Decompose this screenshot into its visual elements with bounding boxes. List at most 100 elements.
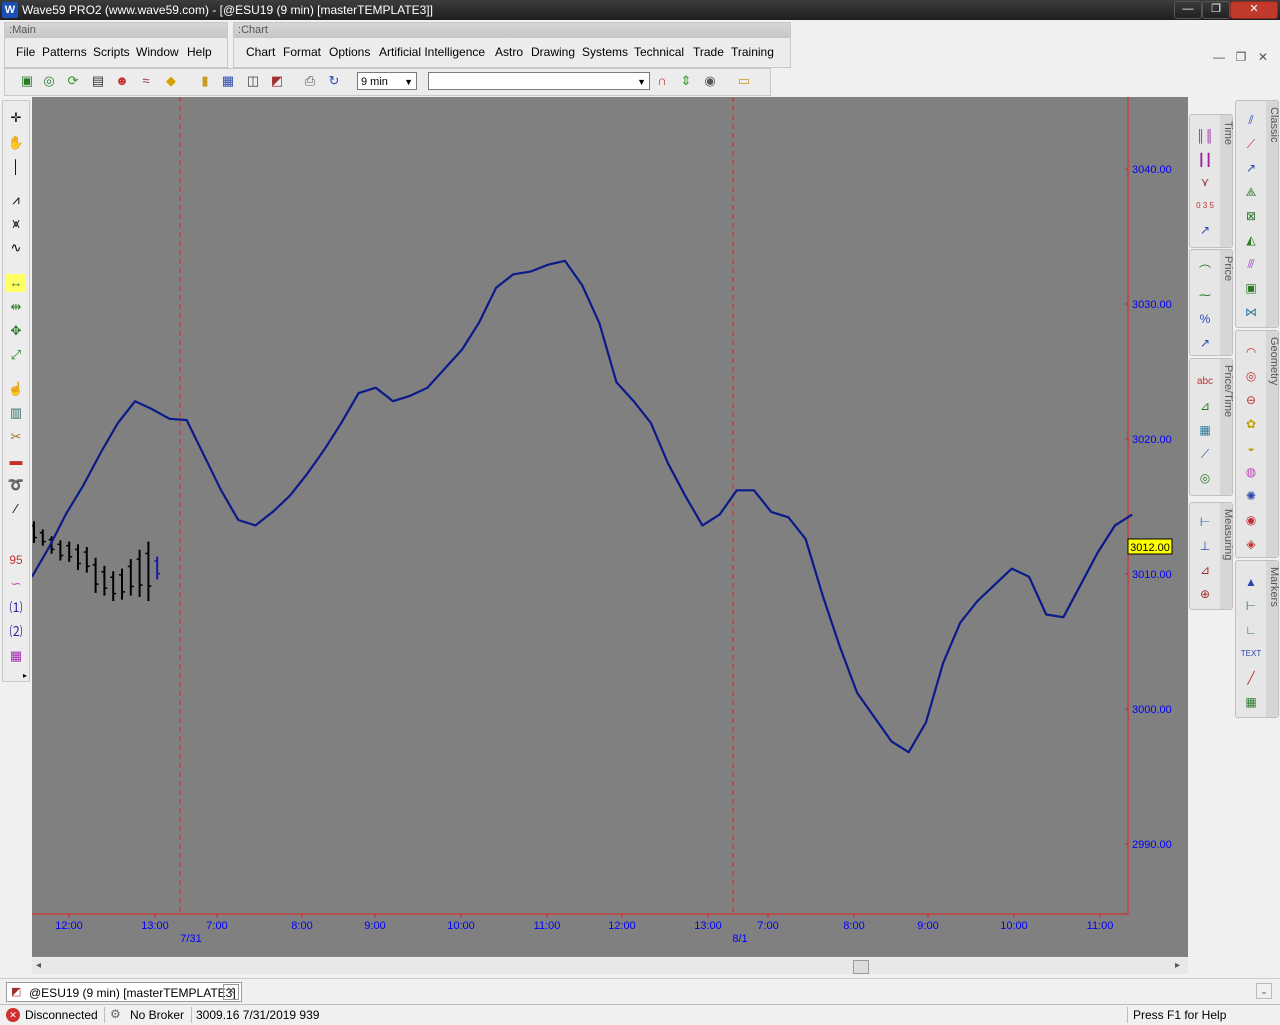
wheel-icon[interactable]: ✺ (1240, 487, 1262, 505)
new-chart-icon[interactable]: ▣ (19, 73, 35, 89)
label-two-icon[interactable]: ⑵ (6, 623, 26, 641)
scissors-icon[interactable]: ✂ (6, 428, 26, 446)
arrow-up-marker-icon[interactable]: ▲ (1240, 573, 1262, 591)
menu-training[interactable]: Training (731, 45, 774, 59)
ring-icon[interactable]: ◍ (1240, 463, 1262, 481)
flower-icon[interactable]: ✿ (1240, 415, 1262, 433)
box-marker-icon[interactable]: ▦ (1240, 693, 1262, 711)
box-icon[interactable]: ▦ (1194, 421, 1216, 439)
label-marker-icon[interactable]: ⊢ (1240, 597, 1262, 615)
channel-icon[interactable]: ⋈ (1240, 303, 1262, 321)
document-tab[interactable]: ◩ @ESU19 (9 min) [masterTEMPLATE3] ✕ (6, 982, 242, 1002)
trendline-icon[interactable]: ↗ (1240, 159, 1262, 177)
search-chart-icon[interactable]: ◎ (41, 73, 57, 89)
scroll-right-icon[interactable]: ▸ (1175, 958, 1180, 974)
andrews-pitchfork-icon[interactable]: ⫽ (1240, 111, 1262, 129)
tab-list-chevron-icon[interactable]: ⌄ (1256, 983, 1272, 999)
mdi-close-button[interactable]: ✕ (1254, 50, 1272, 64)
ellipse-icon[interactable]: ⊖ (1240, 391, 1262, 409)
menu-systems[interactable]: Systems (582, 45, 628, 59)
close-button[interactable]: ✕ (1230, 1, 1278, 19)
time-trend-icon[interactable]: ↗ (1194, 221, 1216, 239)
menu-window[interactable]: Window (136, 45, 179, 59)
minimize-button[interactable]: — (1174, 1, 1202, 19)
trash-icon[interactable]: ▥ (6, 404, 26, 422)
arc-icon[interactable]: ◠ (1240, 343, 1262, 361)
expand-horizontal-icon[interactable]: ↔ (6, 274, 26, 292)
price-projection-icon[interactable]: ↗ (1194, 334, 1216, 352)
eye-icon[interactable]: ◉ (702, 73, 718, 89)
chart-canvas[interactable]: 3040.00 3030.00 3020.00 3010.00 3000.00 2990.… (32, 97, 1188, 957)
menu-technical[interactable]: Technical (634, 45, 684, 59)
fib-fan-icon[interactable]: ⊿ (1194, 397, 1216, 415)
data-manager-icon[interactable]: ▤ (90, 73, 106, 89)
price-retrace-icon[interactable]: ⁓ (1194, 286, 1216, 304)
car-icon[interactable]: ▬ (6, 452, 26, 470)
spiral-icon[interactable]: ◎ (1194, 469, 1216, 487)
warning-icon[interactable]: ◆ (163, 73, 179, 89)
move-vertical-icon[interactable]: ✥ (6, 322, 26, 340)
time-lines-icon[interactable]: ║║ (1194, 127, 1216, 145)
folder-icon[interactable]: ▭ (736, 73, 752, 89)
redo-icon[interactable]: ↻ (326, 73, 342, 89)
save-chart-icon[interactable]: ◫ (245, 73, 261, 89)
menu-scripts[interactable]: Scripts (93, 45, 130, 59)
bullseye-icon[interactable]: ◉ (1240, 511, 1262, 529)
abc-icon[interactable]: abc (1194, 373, 1216, 391)
menu-help[interactable]: Help (187, 45, 212, 59)
time-cycles-icon[interactable]: ┃┃ (1194, 151, 1216, 169)
pointer-hand-icon[interactable]: ☝ (6, 380, 26, 398)
color-bar-icon[interactable]: ▦ (6, 647, 26, 665)
indicator-icon[interactable]: ≈ (138, 73, 154, 89)
measure-circle-icon[interactable]: ⊕ (1194, 585, 1216, 603)
zigzag-icon[interactable]: ⩙ (6, 215, 26, 233)
diamond-icon[interactable]: ◈ (1240, 535, 1262, 553)
users-icon[interactable]: ☻ (114, 73, 130, 89)
vertical-line-icon[interactable]: │ (6, 158, 26, 176)
compress-horizontal-icon[interactable]: ⇹ (6, 298, 26, 316)
target-icon[interactable]: ◎ (1240, 367, 1262, 385)
line-marker-icon[interactable]: ╱ (1240, 669, 1262, 687)
ruler-icon[interactable]: ⁄ (6, 500, 26, 518)
open-folder-icon[interactable]: ▮ (197, 73, 213, 89)
menu-format[interactable]: Format (283, 45, 321, 59)
gann-fan-icon[interactable]: ⟋ (1240, 135, 1262, 153)
crosshair-icon[interactable]: ✛ (6, 109, 26, 127)
count-marker-icon[interactable]: ∟ (1240, 621, 1262, 639)
print-icon[interactable]: ⎙ (302, 73, 318, 89)
save-icon[interactable]: ▦ (220, 73, 236, 89)
chart-template-icon[interactable]: ◩ (269, 73, 285, 89)
menu-drawing[interactable]: Drawing (531, 45, 575, 59)
menu-options[interactable]: Options (329, 45, 370, 59)
lasso-icon[interactable]: ➰ (6, 476, 26, 494)
mdi-restore-button[interactable]: ❐ (1232, 50, 1250, 64)
restore-button[interactable]: ❐ (1202, 1, 1230, 19)
fan-lines-icon[interactable]: ⟁ (1240, 183, 1262, 201)
price-levels-icon[interactable]: ⌒ (1194, 262, 1216, 280)
horizontal-scrollbar[interactable]: ◂ ▸ (32, 958, 1188, 974)
scroll-thumb[interactable] (853, 960, 869, 974)
parallel-lines-icon[interactable]: ⫻ (1240, 255, 1262, 273)
symbol-select[interactable]: ▼ (428, 72, 650, 90)
label-one-icon[interactable]: ⑴ (6, 599, 26, 617)
magnet-icon[interactable]: ∩ (654, 73, 670, 89)
price-chart[interactable]: 3040.00 3030.00 3020.00 3010.00 3000.00 2990.… (32, 97, 1188, 957)
mdi-minimize-button[interactable]: — (1210, 50, 1228, 64)
interval-select[interactable]: 9 min ▼ (357, 72, 417, 90)
counter-icon[interactable]: 95 (6, 551, 26, 569)
measure-bars-icon[interactable]: ⊥ (1194, 537, 1216, 555)
measure-horizontal-icon[interactable]: ⊢ (1194, 513, 1216, 531)
vertical-arrows-icon[interactable]: ⇕ (678, 73, 694, 89)
gann-box-icon[interactable]: ⊠ (1240, 207, 1262, 225)
fib-time-icon[interactable]: 0 3 5 (1194, 197, 1216, 215)
curve-icon[interactable]: ∿ (6, 239, 26, 257)
measure-diagonal-icon[interactable]: ⊿ (1194, 561, 1216, 579)
percent-icon[interactable]: % (1194, 310, 1216, 328)
text-marker-icon[interactable]: TEXT (1240, 645, 1262, 663)
refresh-data-icon[interactable]: ⟳ (65, 73, 81, 89)
triangle-box-icon[interactable]: ◭ (1240, 231, 1262, 249)
wave-count-icon[interactable]: ⩘ (6, 191, 26, 209)
scroll-left-icon[interactable]: ◂ (36, 958, 41, 974)
menu-chart[interactable]: Chart (246, 45, 275, 59)
menu-artificial-intelligence[interactable]: Artificial Intelligence (379, 45, 485, 59)
